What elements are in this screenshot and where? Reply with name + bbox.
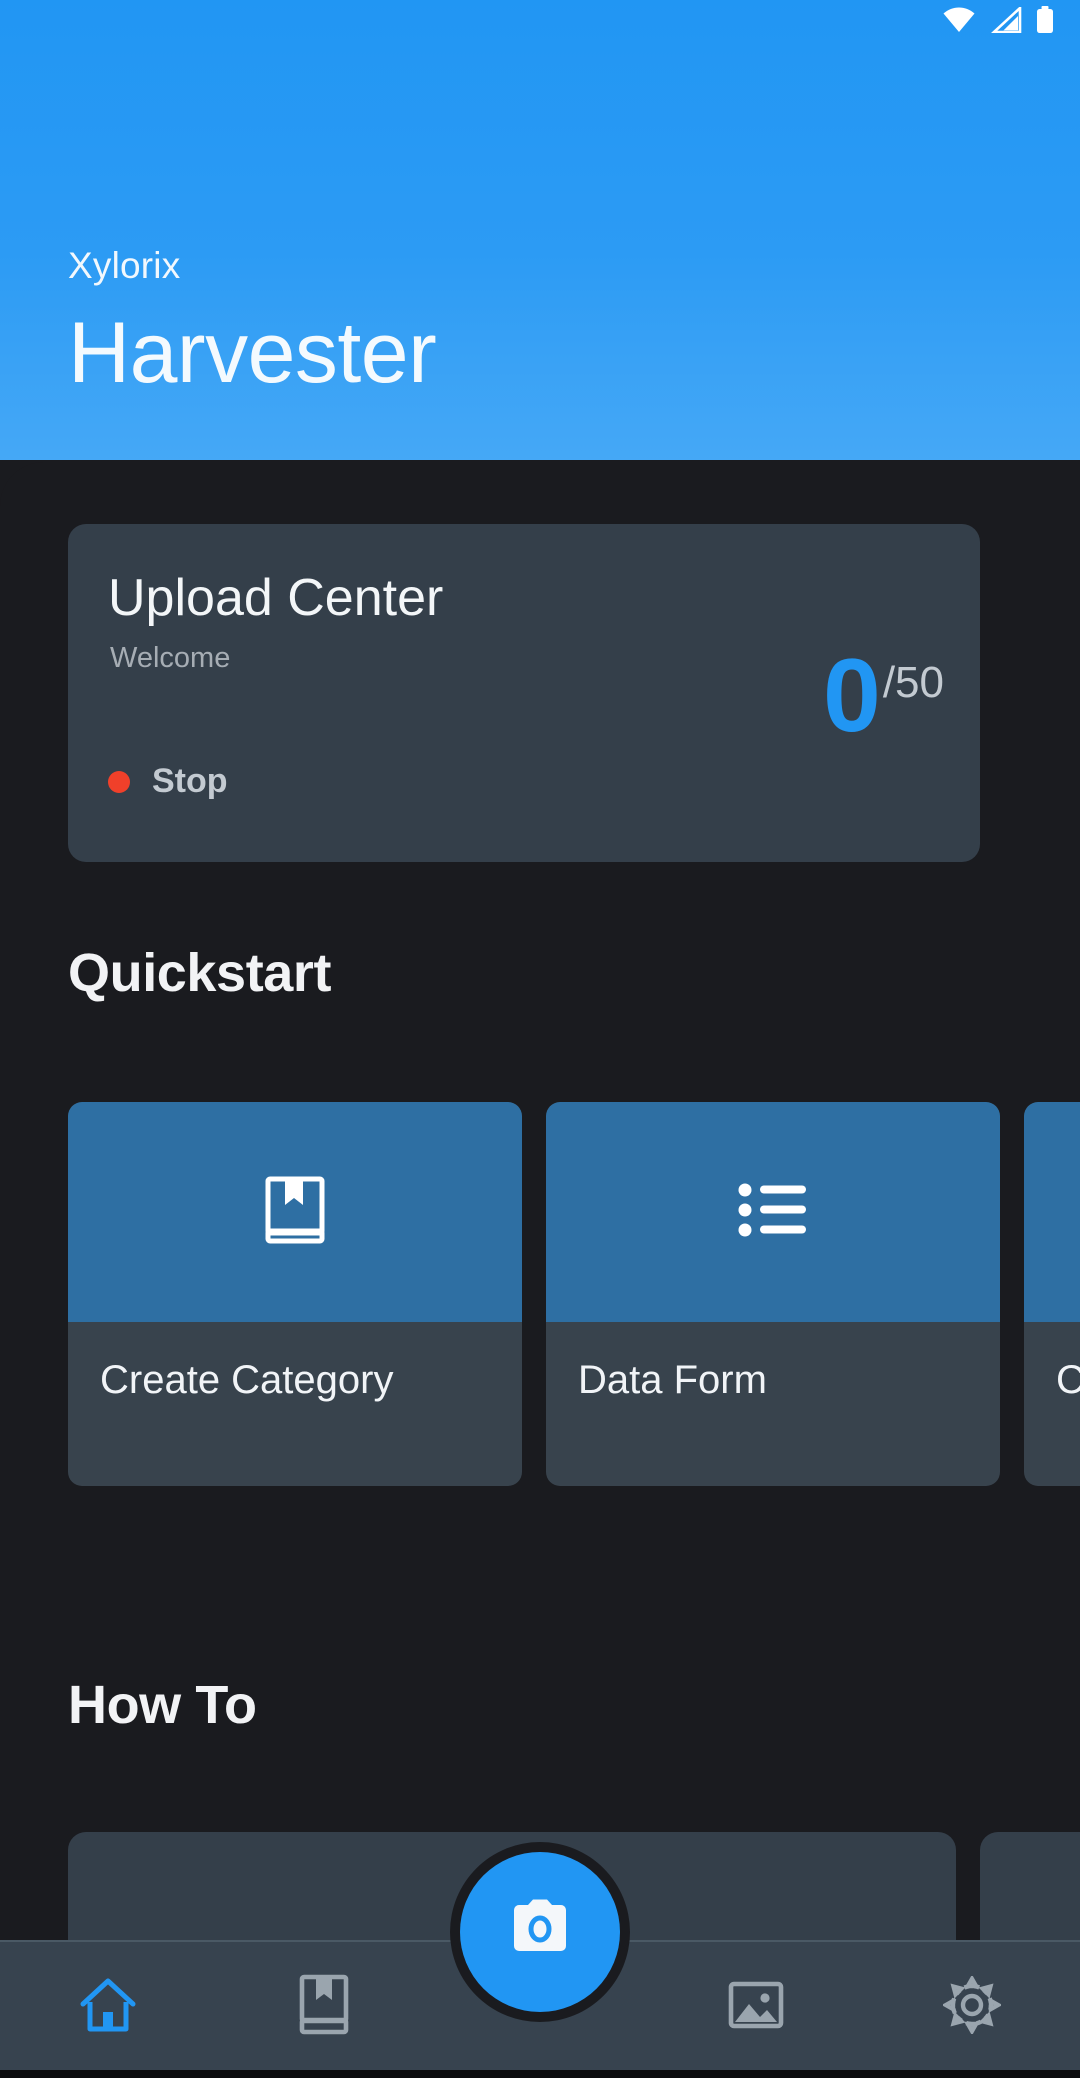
upload-status: Stop — [108, 762, 228, 801]
quickstart-icon-tile — [68, 1102, 522, 1322]
quickstart-card-label: Ch — [1056, 1358, 1080, 1402]
upload-count-total: /50 — [882, 658, 944, 707]
camera-fab-button[interactable] — [460, 1852, 620, 2012]
quickstart-card-partial[interactable]: Ch — [1024, 1102, 1080, 1486]
quickstart-icon-tile — [1024, 1102, 1080, 1322]
status-dot-icon — [108, 770, 130, 793]
app-root: Xylorix Harvester Upload Center Welcome … — [0, 0, 1080, 2078]
howto-heading: How To — [68, 1675, 257, 1735]
nav-item-book[interactable] — [216, 1940, 432, 2078]
upload-count-value: 0 — [822, 638, 881, 754]
quickstart-card-data-form[interactable]: Data Form — [546, 1102, 1000, 1486]
content-sheet: Upload Center Welcome Stop 0 /50 Quickst… — [0, 462, 1080, 2078]
battery-icon — [1036, 5, 1054, 39]
nav-item-settings[interactable] — [864, 1940, 1080, 2078]
upload-center-subtitle: Welcome — [110, 642, 231, 674]
gesture-bar — [0, 2070, 1080, 2078]
book-bookmark-icon — [263, 1175, 327, 1250]
status-bar — [0, 0, 1080, 44]
app-header: Xylorix Harvester — [0, 0, 1080, 460]
book-bookmark-icon — [298, 1974, 350, 2041]
bulleted-list-icon — [738, 1182, 808, 1243]
quickstart-rail[interactable]: Create Category Data Form C — [0, 1102, 1080, 1486]
home-icon — [77, 1974, 139, 2041]
quickstart-card-label: Create Category — [100, 1358, 394, 1402]
nav-item-gallery[interactable] — [648, 1940, 864, 2078]
page-title: Harvester — [68, 305, 437, 401]
quickstart-card-create-category[interactable]: Create Category — [68, 1102, 522, 1486]
nav-item-home[interactable] — [0, 1940, 216, 2078]
brand-name: Xylorix — [68, 245, 181, 286]
quickstart-icon-tile — [546, 1102, 1000, 1322]
upload-center-card[interactable]: Upload Center Welcome Stop 0 /50 — [68, 524, 980, 862]
quickstart-heading: Quickstart — [68, 943, 332, 1003]
quickstart-card-label: Data Form — [578, 1358, 767, 1402]
status-badge: Stop — [152, 762, 228, 800]
gear-icon — [941, 1974, 1003, 2039]
upload-counter: 0 /50 — [822, 638, 944, 754]
upload-center-title: Upload Center — [108, 569, 444, 627]
camera-icon — [504, 1899, 576, 1966]
image-icon — [727, 1976, 785, 2039]
cellular-signal-icon — [990, 4, 1022, 38]
wifi-icon — [942, 7, 976, 38]
